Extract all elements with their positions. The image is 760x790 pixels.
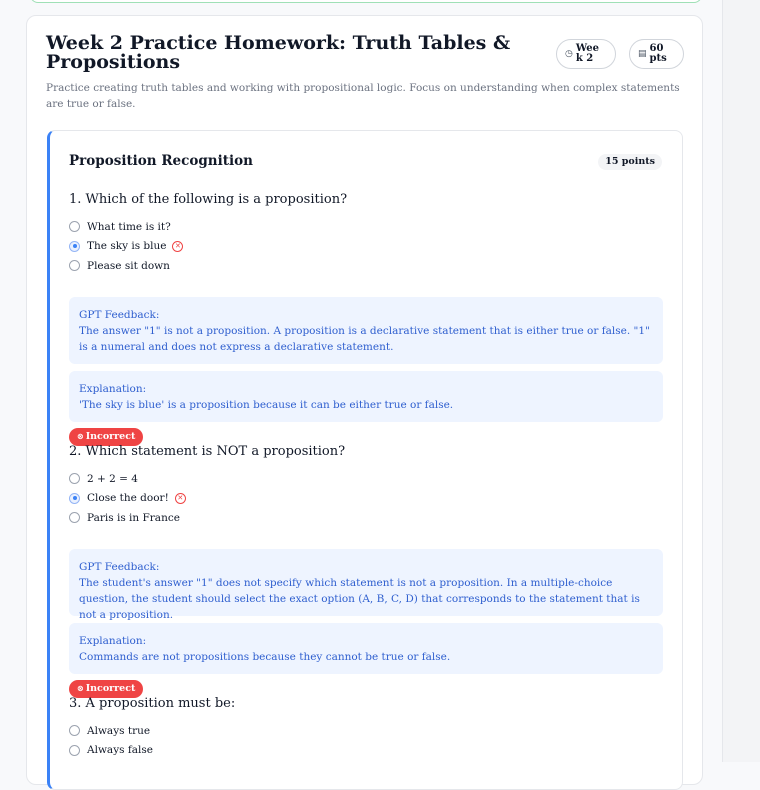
radio-button[interactable] <box>69 744 80 756</box>
explanation-text: Commands are not propositions because th… <box>79 651 451 663</box>
option-always-false[interactable]: Always false <box>69 741 669 761</box>
week-label: Week 2 <box>575 43 599 64</box>
option-label: 2 + 2 = 4 <box>87 472 138 485</box>
gpt-feedback-box: GPT Feedback: The student's answer "1" d… <box>69 549 663 621</box>
explanation-label: Explanation: <box>79 383 147 395</box>
question-1: 1. Which of the following is a propositi… <box>69 191 669 446</box>
x-circle-icon: ⊗ <box>77 684 84 693</box>
option-label: What time is it? <box>87 220 171 233</box>
option-label: The sky is blue <box>87 240 167 253</box>
option-label: Close the door! <box>87 492 169 505</box>
right-scroll-rail <box>722 0 760 762</box>
homework-title: Week 2 Practice Homework: Truth Tables &… <box>46 32 511 73</box>
status-label: Incorrect <box>85 683 136 694</box>
question-3: 3. A proposition must be: Always true Al… <box>69 695 669 760</box>
explanation-box: Explanation: Commands are not propositio… <box>69 623 663 674</box>
option-label: Paris is in France <box>87 511 180 524</box>
question-2: 2. Which statement is NOT a proposition?… <box>69 443 669 698</box>
feedback-text: The student's answer "1" does not specif… <box>79 577 640 621</box>
section-points-badge: 15 points <box>598 154 662 170</box>
feedback-label: GPT Feedback: <box>79 561 160 573</box>
week-badge: ◷ Week 2 <box>556 39 616 69</box>
previous-card-edge <box>30 0 702 3</box>
feedback-text: The answer "1" is not a proposition. A p… <box>79 325 650 353</box>
question-text: 3. A proposition must be: <box>69 696 236 711</box>
explanation-box: Explanation: 'The sky is blue' is a prop… <box>69 371 663 422</box>
option-2-plus-2[interactable]: 2 + 2 = 4 <box>69 469 669 489</box>
clock-icon: ◷ <box>565 49 573 59</box>
x-circle-icon: ✕ <box>172 240 184 252</box>
option-always-true[interactable]: Always true <box>69 721 669 741</box>
points-badge: ▤ 60 pts <box>629 39 684 69</box>
radio-button[interactable] <box>69 473 80 485</box>
radio-button-selected[interactable] <box>69 240 80 252</box>
gpt-feedback-box: GPT Feedback: The answer "1" is not a pr… <box>69 297 663 364</box>
explanation-label: Explanation: <box>79 635 147 647</box>
status-label: Incorrect <box>85 431 136 442</box>
section-proposition-recognition: Proposition Recognition 15 points 1. Whi… <box>47 130 683 790</box>
radio-button[interactable] <box>69 725 80 737</box>
x-circle-icon: ⊗ <box>77 432 84 441</box>
homework-card: Week 2 Practice Homework: Truth Tables &… <box>26 15 703 790</box>
feedback-label: GPT Feedback: <box>79 309 160 321</box>
option-what-time[interactable]: What time is it? <box>69 217 669 237</box>
option-paris[interactable]: Paris is in France <box>69 508 669 528</box>
section-title: Proposition Recognition <box>69 153 253 169</box>
option-label: Always false <box>87 744 153 757</box>
option-close-door[interactable]: Close the door! ✕ <box>69 489 669 509</box>
option-label: Please sit down <box>87 259 170 272</box>
question-text: 1. Which of the following is a propositi… <box>69 192 348 207</box>
radio-button[interactable] <box>69 260 80 272</box>
x-circle-icon: ✕ <box>174 492 186 504</box>
points-label: 60 pts <box>649 43 667 64</box>
document-icon: ▤ <box>638 49 647 59</box>
option-label: Always true <box>87 724 151 737</box>
explanation-text: 'The sky is blue' is a proposition becau… <box>79 399 454 411</box>
radio-button[interactable] <box>69 512 80 524</box>
question-text: 2. Which statement is NOT a proposition? <box>69 444 346 459</box>
radio-button[interactable] <box>69 221 80 233</box>
radio-button-selected[interactable] <box>69 492 80 504</box>
homework-description: Practice creating truth tables and worki… <box>46 82 680 110</box>
option-sky-blue[interactable]: The sky is blue ✕ <box>69 237 669 257</box>
option-sit-down[interactable]: Please sit down <box>69 256 669 276</box>
